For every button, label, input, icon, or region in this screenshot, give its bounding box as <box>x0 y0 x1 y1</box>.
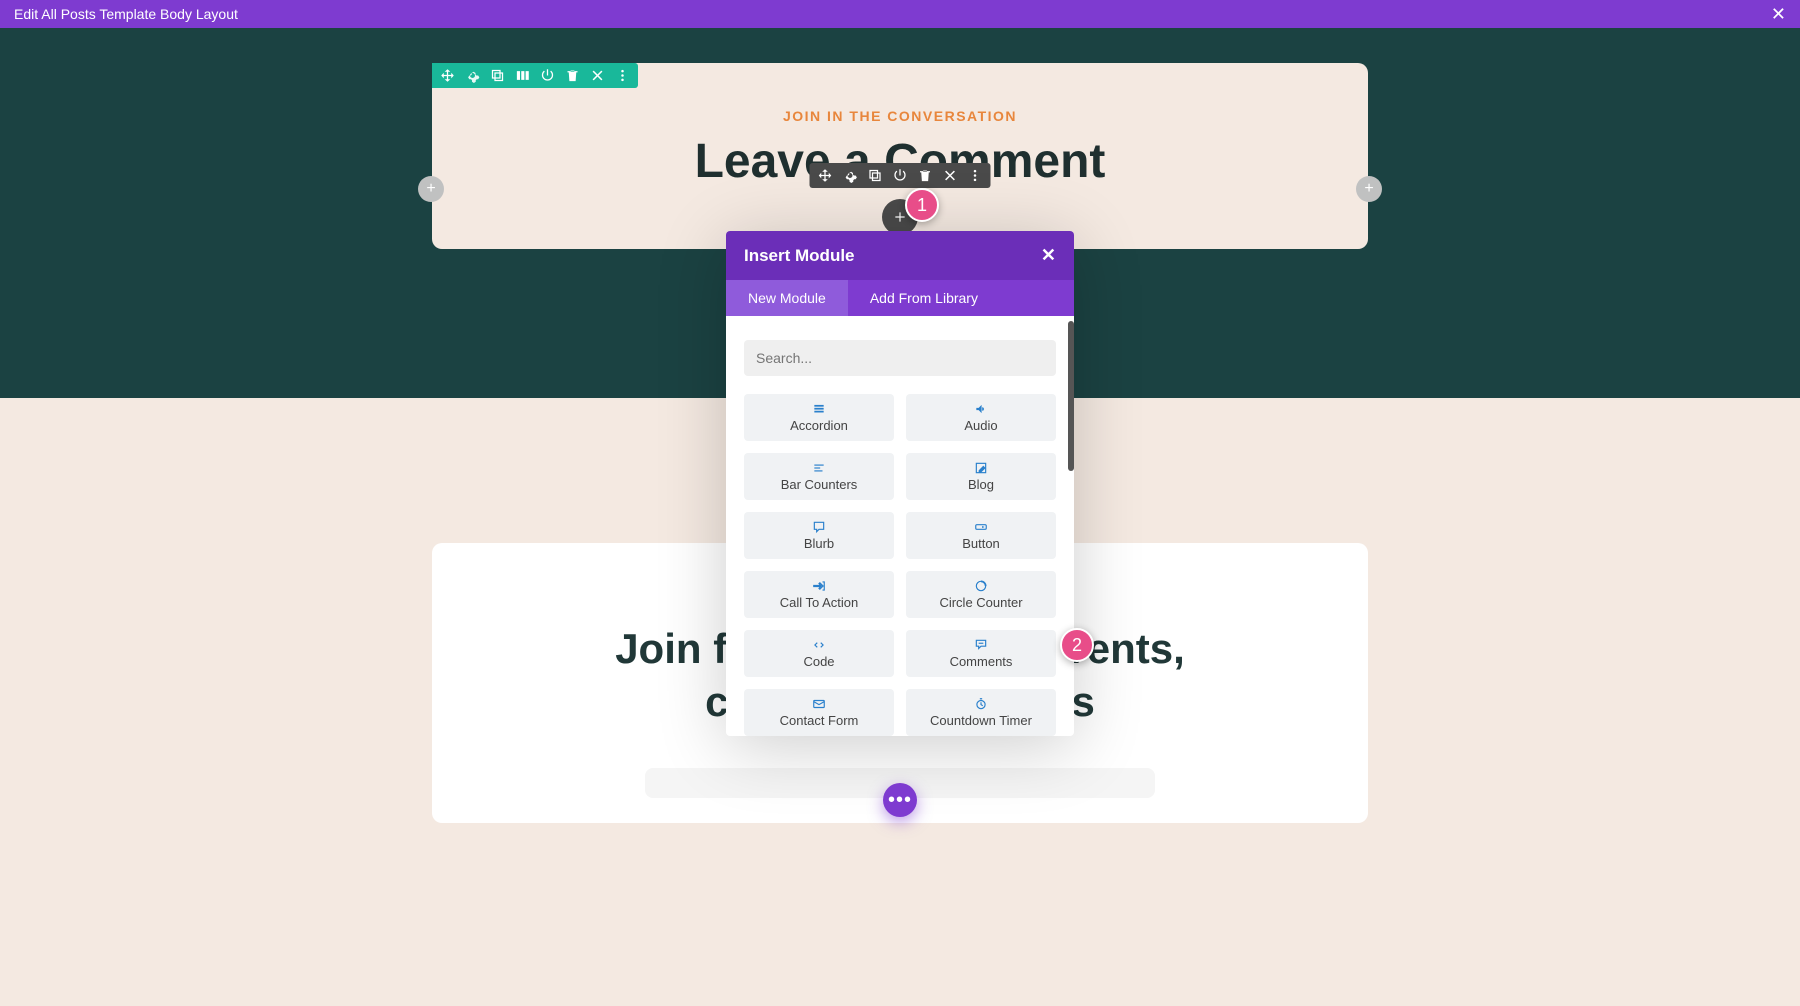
move-icon[interactable] <box>440 68 455 83</box>
more-icon[interactable] <box>968 168 983 183</box>
editor-top-bar: Edit All Posts Template Body Layout ✕ <box>0 0 1800 28</box>
module-audio[interactable]: Audio <box>906 394 1056 441</box>
module-code[interactable]: Code <box>744 630 894 677</box>
module-item-label: Comments <box>950 654 1013 669</box>
module-button[interactable]: Button <box>906 512 1056 559</box>
modal-tabs: New Module Add From Library <box>726 280 1074 316</box>
annotation-2: 2 <box>1060 628 1094 662</box>
module-item-label: Circle Counter <box>939 595 1022 610</box>
module-item-label: Blog <box>968 477 994 492</box>
form-icon <box>811 697 827 711</box>
module-countdown-timer[interactable]: Countdown Timer <box>906 689 1056 736</box>
annotation-1: 1 <box>905 188 939 222</box>
cta-icon <box>811 579 827 593</box>
more-icon[interactable] <box>615 68 630 83</box>
audio-icon <box>973 402 989 416</box>
tab-add-from-library[interactable]: Add From Library <box>848 280 1000 316</box>
circle-icon <box>973 579 989 593</box>
module-blurb[interactable]: Blurb <box>744 512 894 559</box>
builder-fab[interactable]: ••• <box>883 783 917 817</box>
section-toolbar <box>432 63 638 88</box>
duplicate-icon[interactable] <box>868 168 883 183</box>
gear-icon[interactable] <box>843 168 858 183</box>
columns-icon[interactable] <box>515 68 530 83</box>
close-icon[interactable] <box>590 68 605 83</box>
modal-body: Accordion Audio Bar Counters Blog Blurb Butto… <box>726 316 1074 736</box>
duplicate-icon[interactable] <box>490 68 505 83</box>
module-item-label: Button <box>962 536 1000 551</box>
blog-icon <box>973 461 989 475</box>
module-search-input[interactable] <box>744 340 1056 376</box>
modal-close-button[interactable]: ✕ <box>1041 245 1056 266</box>
code-icon <box>811 638 827 652</box>
module-item-label: Audio <box>964 418 997 433</box>
power-icon[interactable] <box>540 68 555 83</box>
power-icon[interactable] <box>893 168 908 183</box>
module-item-label: Code <box>803 654 834 669</box>
close-icon[interactable] <box>943 168 958 183</box>
module-accordion[interactable]: Accordion <box>744 394 894 441</box>
bar-icon <box>811 461 827 475</box>
modal-title: Insert Module <box>744 246 855 266</box>
module-toolbar <box>810 163 991 188</box>
accordion-icon <box>811 402 827 416</box>
blurb-icon <box>811 520 827 534</box>
tab-new-module[interactable]: New Module <box>726 280 848 316</box>
insert-module-modal: Insert Module ✕ New Module Add From Libr… <box>726 231 1074 736</box>
add-section-right[interactable]: + <box>1356 176 1382 202</box>
builder-canvas: JOIN IN THE CONVERSATION Leave a Comment… <box>0 28 1800 1006</box>
add-section-left[interactable]: + <box>418 176 444 202</box>
module-item-label: Contact Form <box>780 713 859 728</box>
move-icon[interactable] <box>818 168 833 183</box>
editor-close-button[interactable]: ✕ <box>1771 4 1786 25</box>
gear-icon[interactable] <box>465 68 480 83</box>
trash-icon[interactable] <box>565 68 580 83</box>
module-contact-form[interactable]: Contact Form <box>744 689 894 736</box>
trash-icon[interactable] <box>918 168 933 183</box>
plus-icon <box>893 210 907 224</box>
button-icon <box>973 520 989 534</box>
editor-title: Edit All Posts Template Body Layout <box>14 6 238 22</box>
module-item-label: Bar Counters <box>781 477 858 492</box>
module-grid: Accordion Audio Bar Counters Blog Blurb Butto… <box>744 394 1056 736</box>
modal-header: Insert Module ✕ <box>726 231 1074 280</box>
module-blog[interactable]: Blog <box>906 453 1056 500</box>
module-call-to-action[interactable]: Call To Action <box>744 571 894 618</box>
module-circle-counter[interactable]: Circle Counter <box>906 571 1056 618</box>
module-item-label: Blurb <box>804 536 834 551</box>
module-item-label: Countdown Timer <box>930 713 1032 728</box>
section-subtitle: JOIN IN THE CONVERSATION <box>462 108 1338 124</box>
timer-icon <box>973 697 989 711</box>
module-bar-counters[interactable]: Bar Counters <box>744 453 894 500</box>
module-comments[interactable]: Comments <box>906 630 1056 677</box>
module-item-label: Call To Action <box>780 595 859 610</box>
module-item-label: Accordion <box>790 418 848 433</box>
comments-icon <box>973 638 989 652</box>
